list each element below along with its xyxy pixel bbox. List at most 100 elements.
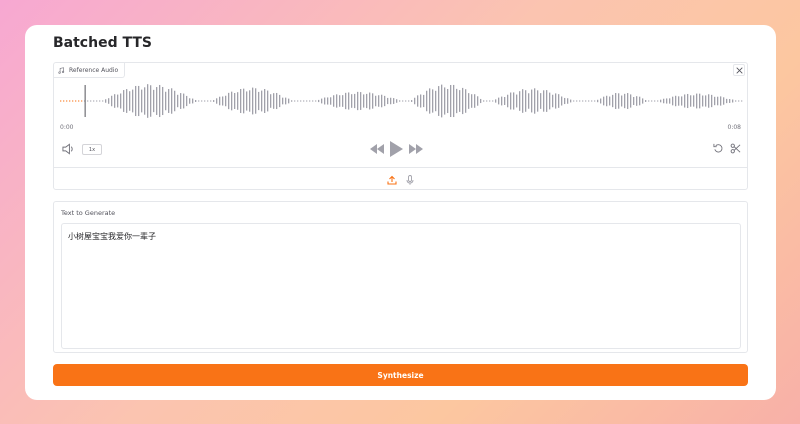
waveform-bar (102, 100, 104, 102)
waveform-bar (606, 95, 608, 107)
waveform-bar (261, 90, 263, 112)
waveform-bar (465, 89, 467, 113)
waveform-bar (612, 94, 614, 108)
waveform-bar (429, 88, 431, 114)
waveform-bar (726, 98, 728, 104)
waveform-bar (225, 95, 227, 107)
waveform-bar (702, 95, 704, 107)
waveform-bar (408, 100, 410, 102)
waveform-bar (276, 92, 278, 110)
audio-controls: 1x (54, 139, 747, 159)
waveform-bar (603, 96, 605, 106)
fast-forward-icon[interactable] (409, 144, 423, 154)
waveform-bar (189, 98, 191, 104)
waveform-bar (198, 100, 200, 102)
waveform-bar (642, 98, 644, 104)
waveform-bar (141, 89, 143, 113)
waveform-bar (414, 97, 416, 105)
waveform-bar (174, 90, 176, 112)
playback-rate-button[interactable]: 1x (82, 144, 102, 155)
waveform-bar (258, 91, 260, 111)
upload-icon[interactable] (386, 175, 397, 185)
waveform-bar (63, 100, 65, 102)
microphone-icon[interactable] (405, 174, 415, 185)
waveform-bar (441, 84, 443, 118)
waveform-bar (552, 94, 554, 108)
waveform-bar (144, 87, 146, 115)
undo-icon[interactable] (713, 143, 724, 154)
waveform-bar (249, 90, 251, 112)
reference-audio-panel: Reference Audio 0:00 0:08 1x (53, 62, 748, 190)
waveform-bar (723, 97, 725, 105)
waveform-bar (618, 93, 620, 109)
waveform-bar (501, 96, 503, 106)
waveform-bar (486, 100, 488, 102)
waveform-bar (696, 93, 698, 109)
waveform-bar (537, 90, 539, 112)
waveform-bar (396, 99, 398, 103)
waveform-bar (684, 94, 686, 108)
waveform-bar (342, 95, 344, 107)
waveform-bar (384, 95, 386, 107)
waveform-bar (405, 100, 407, 102)
waveform-bar (729, 99, 731, 103)
total-duration: 0:08 (727, 124, 741, 131)
waveform[interactable] (60, 81, 744, 121)
waveform-bar (306, 100, 308, 102)
waveform-bar (180, 93, 182, 109)
edit-controls (713, 143, 741, 154)
waveform-bar (123, 90, 125, 112)
waveform-bar (660, 99, 662, 103)
waveform-bar (264, 89, 266, 113)
waveform-bar (654, 100, 656, 102)
waveform-bar (711, 94, 713, 108)
waveform-bar (534, 88, 536, 114)
waveform-bar (492, 100, 494, 102)
waveform-bar (93, 100, 95, 102)
waveform-bar (477, 96, 479, 106)
waveform-bar (375, 95, 377, 107)
waveform-bar (348, 92, 350, 110)
waveform-bar (231, 91, 233, 111)
waveform-bar (447, 88, 449, 114)
waveform-bar (222, 96, 224, 106)
playhead[interactable] (84, 85, 86, 117)
waveform-bar (309, 100, 311, 102)
waveform-bar (294, 100, 296, 102)
waveform-bar (195, 100, 197, 102)
waveform-bar (630, 94, 632, 108)
waveform-bar (594, 100, 596, 102)
waveform-bar (678, 96, 680, 106)
waveform-bar (315, 100, 317, 102)
waveform-bar (489, 100, 491, 102)
clear-audio-button[interactable] (733, 64, 745, 76)
waveform-bar (513, 92, 515, 110)
waveform-bar (159, 84, 161, 118)
waveform-bar (444, 87, 446, 115)
waveform-bar (495, 99, 497, 103)
waveform-bar (639, 96, 641, 106)
waveform-bar (504, 97, 506, 105)
waveform-bar (336, 94, 338, 108)
waveform-bar (417, 95, 419, 107)
waveform-bar (432, 89, 434, 113)
text-input[interactable]: 小树屋宝宝我爱你一辈子 (61, 223, 741, 349)
waveform-bar (717, 96, 719, 106)
waveform-bar (591, 100, 593, 102)
waveform-bar (201, 100, 203, 102)
waveform-bar (627, 93, 629, 109)
reference-audio-label-text: Reference Audio (69, 66, 119, 74)
waveform-bar (360, 92, 362, 110)
waveform-bar (687, 93, 689, 109)
play-icon[interactable] (390, 141, 403, 157)
synthesize-button[interactable]: Synthesize (53, 364, 748, 386)
waveform-bar (168, 89, 170, 113)
waveform-bar (300, 100, 302, 102)
waveform-bar (645, 100, 647, 102)
waveform-bar (453, 84, 455, 118)
rewind-icon[interactable] (370, 144, 384, 154)
waveform-bar (279, 94, 281, 108)
volume-icon[interactable] (62, 143, 75, 155)
scissors-icon[interactable] (730, 143, 741, 154)
waveform-bar (330, 97, 332, 105)
